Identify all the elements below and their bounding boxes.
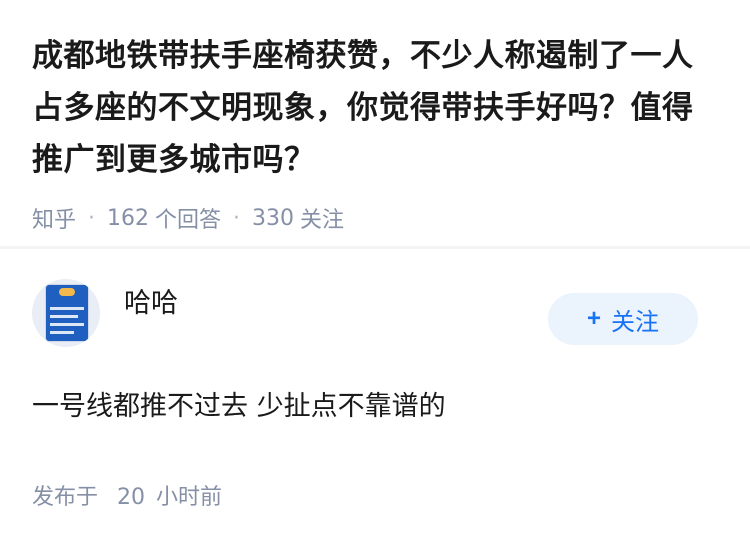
published-unit: 小时前	[156, 485, 223, 510]
news-card-avatar-icon	[46, 285, 88, 341]
author-name[interactable]: 哈哈	[124, 281, 178, 320]
separator-dot: ·	[88, 205, 96, 231]
follower-count: 330	[252, 205, 295, 231]
published-num: 20	[117, 485, 146, 510]
answer-card: 哈哈 + 关注 一号线都推不过去 少扯点不靠谱的 发布于 20 小时前	[0, 279, 750, 511]
source-label[interactable]: 知乎	[32, 202, 76, 234]
answer-content[interactable]: 一号线都推不过去 少扯点不靠谱的	[32, 387, 718, 427]
question-meta: 知乎 · 162 个回答 · 330 关注	[32, 202, 718, 234]
follow-button[interactable]: + 关注	[548, 293, 698, 345]
plus-icon: +	[586, 305, 601, 332]
follower-count-label: 关注	[300, 208, 345, 233]
section-divider	[0, 246, 750, 249]
published-time: 发布于 20 小时前	[32, 479, 718, 511]
published-label: 发布于	[32, 485, 99, 510]
separator-dot: ·	[233, 205, 241, 231]
answer-count: 162	[107, 205, 150, 231]
avatar[interactable]	[32, 279, 100, 347]
question-title[interactable]: 成都地铁带扶手座椅获赞，不少人称遏制了一人占多座的不文明现象，你觉得带扶手好吗？…	[32, 30, 718, 186]
answer-count-label: 个回答	[155, 208, 222, 233]
author-row: 哈哈 + 关注	[32, 279, 718, 361]
question-header: 成都地铁带扶手座椅获赞，不少人称遏制了一人占多座的不文明现象，你觉得带扶手好吗？…	[0, 0, 750, 233]
follow-label: 关注	[611, 308, 659, 336]
